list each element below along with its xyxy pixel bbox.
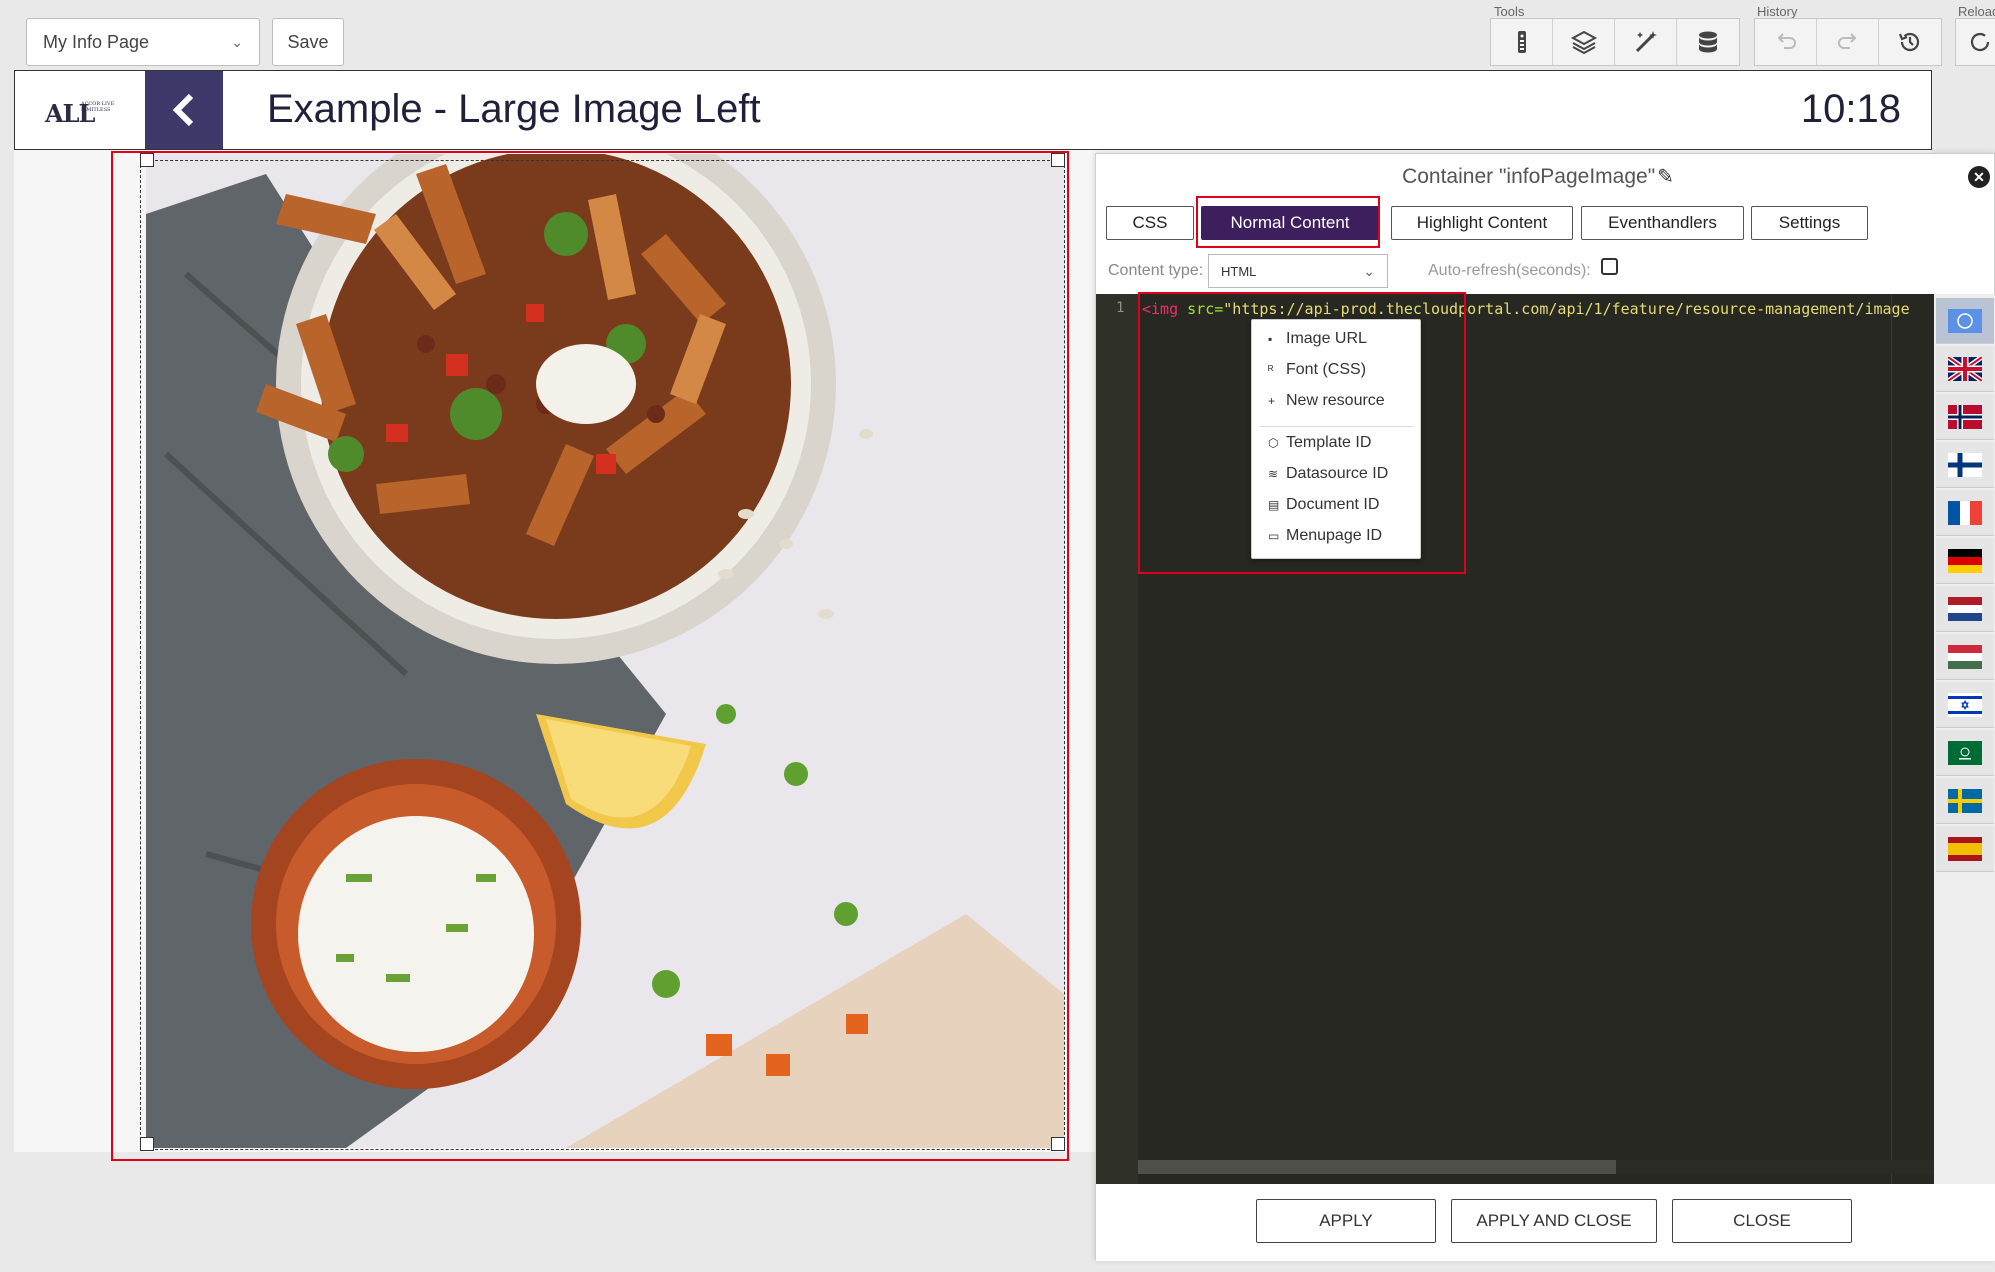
flag-il-button[interactable] <box>1936 682 1994 728</box>
horizontal-scrollbar-thumb[interactable] <box>1138 1160 1616 1174</box>
de-flag-icon <box>1948 548 1982 573</box>
close-button[interactable]: CLOSE <box>1672 1199 1852 1243</box>
history-group <box>1754 18 1942 66</box>
page-select-value: My Info Page <box>43 31 150 52</box>
image-icon: ▪ <box>1268 332 1273 346</box>
history-label: History <box>1757 4 1798 19</box>
menu-item-font-css[interactable]: ᴿ Font (CSS) <box>1268 361 1366 379</box>
save-button[interactable]: Save <box>272 18 344 66</box>
fr-flag-icon <box>1948 500 1982 525</box>
redo-button[interactable] <box>1817 19 1879 65</box>
nl-flag-icon <box>1948 596 1982 621</box>
il-flag-icon <box>1948 692 1982 717</box>
line-number: 1 <box>1116 300 1125 316</box>
history-button[interactable] <box>1879 19 1941 65</box>
active-tab-highlight <box>1196 196 1380 248</box>
magic-wand-button[interactable] <box>1615 19 1677 65</box>
chevron-left-icon <box>172 93 194 127</box>
history-clock-icon <box>1898 32 1920 52</box>
menu-divider <box>1260 426 1414 427</box>
apply-button[interactable]: APPLY <box>1256 1199 1436 1243</box>
es-flag-icon <box>1948 836 1982 861</box>
flag-no-button[interactable] <box>1936 394 1994 440</box>
undo-icon <box>1777 33 1796 49</box>
un-flag-icon <box>1948 308 1982 333</box>
menu-item-document-id[interactable]: ▤ Document ID <box>1268 496 1379 514</box>
menu-item-menupage-id[interactable]: ▭ Menupage ID <box>1268 527 1382 545</box>
menu-item-template-id[interactable]: ⬡ Template ID <box>1268 434 1371 452</box>
brand-logo: ALL ACCOR LIVE LIMITLESS <box>45 99 115 128</box>
plus-icon: + <box>1268 394 1276 408</box>
sa-flag-icon <box>1948 740 1982 765</box>
tab-css[interactable]: CSS <box>1106 206 1194 240</box>
content-type-label: Content type: <box>1108 262 1204 279</box>
flag-nl-button[interactable] <box>1936 586 1994 632</box>
hu-flag-icon <box>1948 644 1982 669</box>
database-button[interactable] <box>1677 19 1739 65</box>
flag-es-button[interactable] <box>1936 826 1994 872</box>
gb-flag-icon <box>1948 356 1982 381</box>
layers-icon <box>1570 30 1597 55</box>
tab-settings[interactable]: Settings <box>1751 206 1868 240</box>
chevron-down-icon: ⌄ <box>1363 262 1375 279</box>
flag-un-button[interactable] <box>1936 298 1994 344</box>
content-type-value: HTML <box>1221 263 1257 279</box>
no-flag-icon <box>1948 404 1982 429</box>
document-icon: ▤ <box>1268 498 1280 512</box>
layers-button[interactable] <box>1553 19 1615 65</box>
pencil-icon[interactable]: ✎ <box>1657 166 1674 188</box>
redo-icon <box>1837 33 1856 49</box>
flag-sa-button[interactable] <box>1936 730 1994 776</box>
auto-refresh-checkbox[interactable] <box>1601 258 1618 275</box>
font-icon: ᴿ <box>1268 363 1274 377</box>
flag-de-button[interactable] <box>1936 538 1994 584</box>
flag-gb-button[interactable] <box>1936 346 1994 392</box>
language-selector <box>1934 294 1995 1184</box>
se-flag-icon <box>1948 788 1982 813</box>
flag-se-button[interactable] <box>1936 778 1994 824</box>
tab-eventhandlers[interactable]: Eventhandlers <box>1581 206 1744 240</box>
auto-refresh-label: Auto-refresh(seconds): <box>1428 262 1591 279</box>
content-type-select[interactable]: HTML ⌄ <box>1208 254 1388 288</box>
database-icon: ≋ <box>1268 467 1279 481</box>
magic-wand-icon <box>1635 31 1657 53</box>
page-header: ALL ACCOR LIVE LIMITLESS Example - Large… <box>14 70 1932 150</box>
fi-flag-icon <box>1948 452 1982 477</box>
flag-fi-button[interactable] <box>1936 442 1994 488</box>
page-select[interactable]: My Info Page ⌄ <box>26 18 260 66</box>
close-icon[interactable]: ✕ <box>1968 166 1990 188</box>
insert-resource-menu: ▪ Image URL ᴿ Font (CSS) + New resource ⬡ Te… <box>1251 319 1421 559</box>
panel-title: Container "infoPageImage" ✎ <box>1402 165 1674 188</box>
remote-icon <box>1517 31 1526 53</box>
clock: 10:18 <box>1800 87 1901 131</box>
tools-label: Tools <box>1494 4 1525 19</box>
menu-item-datasource-id[interactable]: ≋ Datasource ID <box>1268 465 1388 483</box>
editor-gutter <box>1096 294 1138 1184</box>
print-margin <box>1891 294 1892 1184</box>
menupage-icon: ▭ <box>1268 529 1280 543</box>
database-icon <box>1699 31 1717 53</box>
flag-hu-button[interactable] <box>1936 634 1994 680</box>
reload-icon <box>1970 32 1990 52</box>
tools-group <box>1490 18 1740 66</box>
menu-item-image-url[interactable]: ▪ Image URL <box>1268 330 1367 348</box>
page-title: Example - Large Image Left <box>267 87 761 131</box>
chevron-down-icon: ⌄ <box>231 33 243 50</box>
tab-highlight-content[interactable]: Highlight Content <box>1391 206 1573 240</box>
flag-fr-button[interactable] <box>1936 490 1994 536</box>
menu-item-new-resource[interactable]: + New resource <box>1268 392 1385 410</box>
container-editor-panel: Container "infoPageImage" ✎ ✕ CSS Normal … <box>1095 153 1995 1261</box>
selected-container-highlight <box>111 151 1069 1161</box>
reload-group <box>1955 18 1995 66</box>
template-icon: ⬡ <box>1268 436 1279 450</box>
remote-button[interactable] <box>1491 19 1553 65</box>
apply-and-close-button[interactable]: APPLY AND CLOSE <box>1451 1199 1657 1243</box>
reload-label: Reload <box>1958 4 1995 19</box>
undo-button[interactable] <box>1755 19 1817 65</box>
back-button[interactable] <box>145 71 223 149</box>
reload-button[interactable] <box>1956 19 1995 65</box>
panel-footer: APPLY APPLY AND CLOSE CLOSE <box>1096 1184 1995 1261</box>
